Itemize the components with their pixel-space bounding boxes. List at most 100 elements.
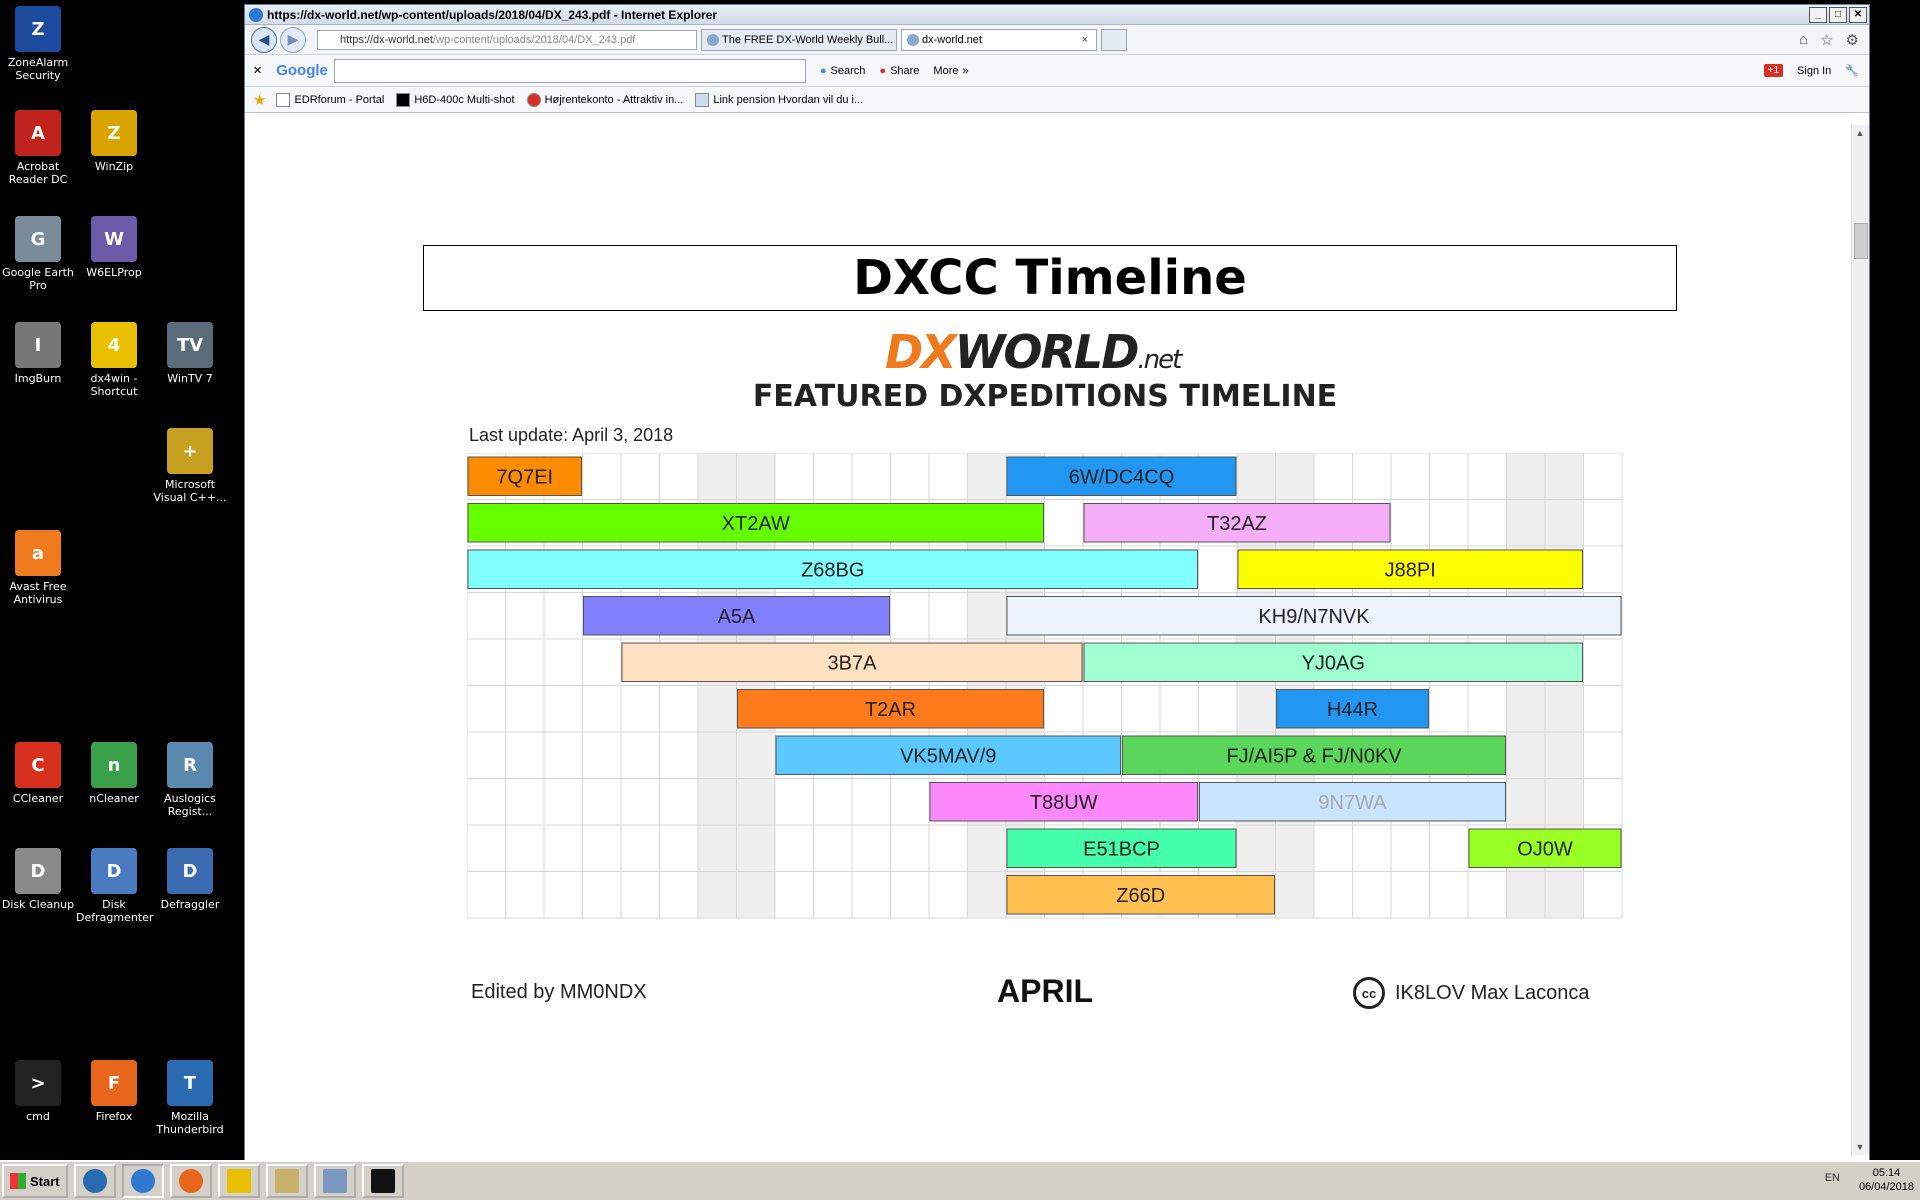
desktop-icon-label: W6ELProp	[86, 266, 142, 279]
desktop-icon[interactable]: n nCleaner	[76, 742, 152, 805]
maximize-button[interactable]: □	[1829, 6, 1847, 23]
browser-window: https://dx-world.net/wp-content/uploads/…	[244, 4, 1870, 1180]
desktop-icon[interactable]: TV WinTV 7	[152, 322, 228, 385]
tray-language[interactable]: EN	[1825, 1172, 1840, 1184]
desktop-icon[interactable]: F Firefox	[76, 1060, 152, 1123]
desktop-icon[interactable]: Z WinZip	[76, 110, 152, 173]
scroll-up-icon[interactable]: ▲	[1854, 127, 1866, 139]
taskbar: Start EN 05:14 06/04/2018	[0, 1160, 1920, 1200]
desktop-icon[interactable]: R Auslogics Regist...	[152, 742, 228, 818]
desktop-icon-label: Mozilla Thunderbird	[156, 1110, 224, 1136]
desktop-icon[interactable]: > cmd	[0, 1060, 76, 1123]
firefox-icon	[178, 1169, 203, 1193]
google-share-button[interactable]: ● Share	[879, 65, 919, 77]
favorites-star-icon[interactable]: ☆	[1820, 31, 1833, 49]
google-toolbar-right: +1 Sign In 🔧	[1763, 64, 1859, 77]
desktop-icon-label: Disk Defragmenter	[76, 898, 154, 924]
tab-dx-world[interactable]: dx-world.net ×	[901, 28, 1097, 51]
taskbar-cmd[interactable]	[361, 1164, 404, 1198]
taskbar-dx4win[interactable]	[217, 1164, 260, 1198]
desktop-icon[interactable]: I ImgBurn	[0, 322, 76, 385]
favorite-link-pension[interactable]: Link pension Hvordan vil du i...	[695, 92, 863, 107]
timeline-bar-label: T2AR	[865, 699, 916, 721]
app-icon: D	[167, 848, 213, 894]
taskbar-ie[interactable]	[121, 1164, 164, 1198]
tab-label: dx-world.net	[922, 33, 982, 46]
start-button[interactable]: Start	[2, 1164, 68, 1198]
page-icon	[396, 92, 411, 107]
tab-favicon-icon	[707, 33, 719, 46]
google-search-input[interactable]	[333, 58, 806, 83]
desktop-icon[interactable]: W W6ELProp	[76, 216, 152, 279]
google-toolbar: ✕ Google ● Search ● Share More » +1 Sign I…	[245, 55, 1869, 87]
favorite-link-hojrentekonto[interactable]: Højrentekonto - Attraktiv in...	[526, 92, 683, 107]
timeline-bar-label: 9N7WA	[1318, 792, 1387, 814]
gear-icon[interactable]: ⚙	[1846, 31, 1859, 49]
desktop-icon-label: Auslogics Regist...	[164, 792, 216, 818]
tab-close-icon[interactable]: ×	[1082, 34, 1088, 46]
desktop-icon[interactable]: G Google Earth Pro	[0, 216, 76, 292]
timeline-bar-label: FJ/AI5P & FJ/N0KV	[1226, 745, 1402, 767]
timeline-chart: 7Q7EI 6W/DC4CQ XT2AW T32AZ Z68BG J88PI A5A KH9/…	[467, 453, 1623, 919]
desktop-icon-label: WinTV 7	[167, 372, 213, 385]
desktop-icon[interactable]: C CCleaner	[0, 742, 76, 805]
home-icon[interactable]: ⌂	[1799, 31, 1808, 49]
favorite-link-h6d[interactable]: H6D-400c Multi-shot	[396, 92, 515, 107]
desktop-icon[interactable]: D Disk Cleanup	[0, 848, 76, 911]
timeline-bar-label: Z68BG	[801, 559, 864, 581]
google-plus-button[interactable]: +1	[1763, 64, 1784, 77]
desktop-icon[interactable]: a Avast Free Antivirus	[0, 530, 76, 606]
tab-label: The FREE DX-World Weekly Bull...	[722, 33, 894, 46]
desktop-icon[interactable]: A Acrobat Reader DC	[0, 110, 76, 186]
nav-bar: ◀ ▶ https://dx-world.net/wp-content/uplo…	[245, 25, 1869, 55]
google-toolbar-close-icon[interactable]: ✕	[253, 64, 262, 77]
back-icon[interactable]: ◀	[251, 26, 277, 53]
scroll-thumb[interactable]	[1854, 223, 1868, 259]
app-icon: W	[91, 216, 137, 262]
forward-icon[interactable]: ▶	[280, 26, 306, 53]
vertical-scrollbar[interactable]: ▲ ▼	[1851, 125, 1869, 1155]
favorites-bar: ★ EDRforum - Portal H6D-400c Multi-shot …	[245, 87, 1869, 113]
close-button[interactable]: ✕	[1849, 6, 1867, 23]
address-bar[interactable]: https://dx-world.net/wp-content/uploads/…	[317, 29, 697, 50]
desktop-icon[interactable]: 4 dx4win - Shortcut	[76, 322, 152, 398]
app-icon: Z	[15, 6, 61, 52]
search-icon: ●	[819, 64, 827, 77]
desktop-icon-label: ImgBurn	[14, 372, 62, 385]
desktop-icon[interactable]: D Defraggler	[152, 848, 228, 911]
taskbar-app[interactable]	[313, 1164, 356, 1198]
desktop-icon[interactable]: Z ZoneAlarm Security	[0, 6, 76, 82]
app-icon: 4	[91, 322, 137, 368]
taskbar-explorer[interactable]	[265, 1164, 308, 1198]
app-icon: I	[15, 322, 61, 368]
google-sign-in-link[interactable]: Sign In	[1797, 65, 1831, 77]
page-icon	[695, 92, 710, 107]
minimize-button[interactable]: _	[1809, 6, 1827, 23]
taskbar-firefox[interactable]	[169, 1164, 212, 1198]
system-clock[interactable]: 05:14 06/04/2018	[1859, 1166, 1914, 1194]
desktop-icon-label: Firefox	[95, 1110, 133, 1123]
dx-world-logo: DXWORLD.net	[885, 325, 1182, 379]
footer-editor: Edited by MM0NDX	[471, 981, 647, 1003]
wrench-icon[interactable]: 🔧	[1845, 64, 1859, 77]
google-search-button[interactable]: ● Search	[820, 65, 866, 77]
taskbar-thunderbird[interactable]	[73, 1164, 116, 1198]
google-logo: Google	[276, 62, 328, 79]
pdf-viewport[interactable]: DXCC Timeline DXWORLD.net FEATURED DXPED…	[245, 125, 1869, 1180]
desktop-icon[interactable]: D Disk Defragmenter	[76, 848, 154, 924]
desktop-icon-label: ZoneAlarm Security	[7, 56, 69, 82]
chart-subtitle: FEATURED DXPEDITIONS TIMELINE	[752, 379, 1338, 414]
tab-bulletin[interactable]: The FREE DX-World Weekly Bull...	[701, 28, 897, 51]
desktop-icon-label: Disk Cleanup	[1, 898, 75, 911]
timeline-bar-label: Z66D	[1116, 885, 1165, 907]
desktop-icon[interactable]: T Mozilla Thunderbird	[152, 1060, 228, 1136]
scroll-down-icon[interactable]: ▼	[1854, 1141, 1866, 1153]
timeline-bar-label: OJ0W	[1517, 838, 1573, 860]
favorites-star-icon[interactable]: ★	[253, 91, 266, 109]
google-more-button[interactable]: More »	[933, 65, 968, 77]
desktop-icon-label: WinZip	[94, 160, 134, 173]
timeline-bar-label: 7Q7EI	[496, 466, 553, 488]
favorite-link-edrforum[interactable]: EDRforum - Portal	[276, 92, 384, 107]
desktop-icon[interactable]: + Microsoft Visual C++...	[152, 428, 228, 504]
new-tab-button[interactable]	[1101, 28, 1127, 51]
